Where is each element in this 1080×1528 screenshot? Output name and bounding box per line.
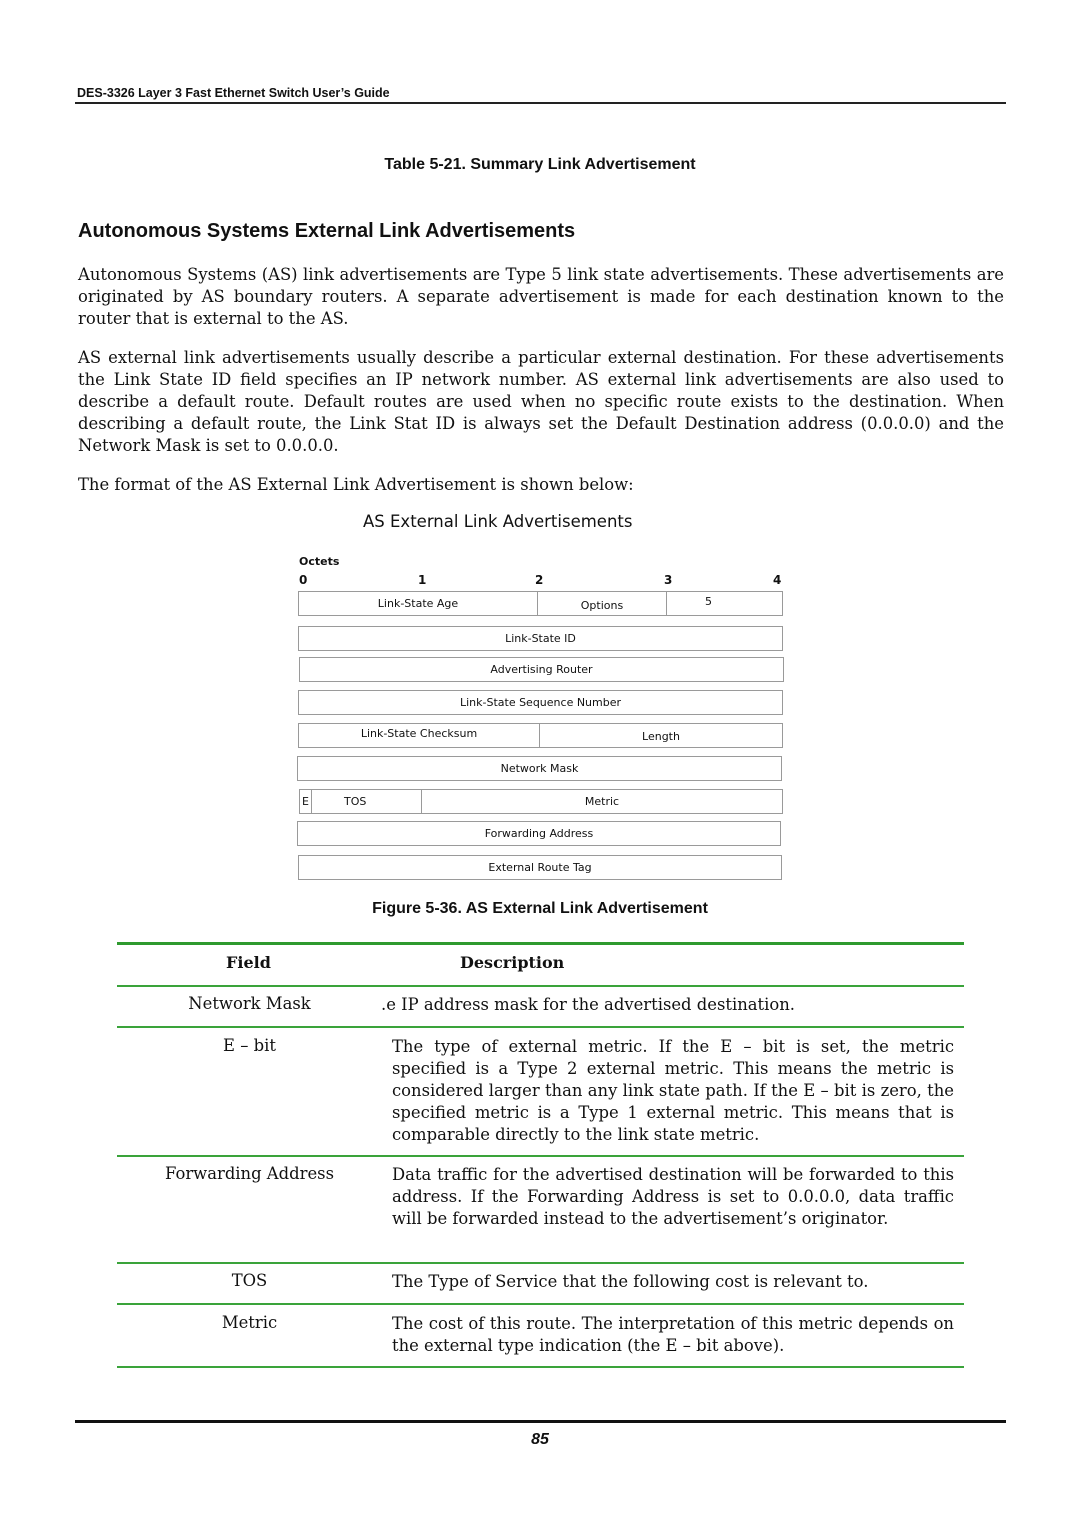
field-link-state-age: Link-State Age xyxy=(377,597,459,610)
field-checksum: Link-State Checksum xyxy=(360,727,478,740)
section-title: Autonomous Systems External Link Adverti… xyxy=(78,220,576,242)
description-cell: The cost of this route. The interpretati… xyxy=(392,1314,954,1355)
diagram-row: Forwarding Address xyxy=(297,821,781,846)
field-cell: TOS xyxy=(231,1271,268,1290)
description-cell: The type of external metric. If the E – … xyxy=(392,1037,954,1144)
previous-table-caption: Table 5-21. Summary Link Advertisement xyxy=(384,156,696,173)
table-top-rule xyxy=(117,942,964,945)
field-e-bit: E xyxy=(302,795,309,808)
field-length: Length xyxy=(539,724,782,747)
diagram-row: Link-State ID xyxy=(298,626,783,651)
row-divider xyxy=(117,1262,964,1264)
octet-number: 3 xyxy=(664,573,673,587)
field-network-mask: Network Mask xyxy=(500,762,579,775)
field-link-state-id: Link-State ID xyxy=(505,632,576,645)
field-cell: E – bit xyxy=(223,1036,276,1055)
field-forwarding-address: Forwarding Address xyxy=(484,827,594,840)
row-divider xyxy=(117,985,964,987)
field-tos: TOS xyxy=(311,790,421,813)
footer-rule xyxy=(75,1420,1006,1423)
diagram-row: Link-State Age Options 5 xyxy=(298,591,783,616)
octets-label: Octets xyxy=(299,555,340,568)
row-divider xyxy=(117,1155,964,1157)
description-cell: .e IP address mask for the advertised de… xyxy=(381,995,795,1014)
field-options: Options xyxy=(537,592,666,615)
column-header-field: Field xyxy=(226,953,271,972)
octet-number: 1 xyxy=(418,573,427,587)
field-sequence-number: Link-State Sequence Number xyxy=(459,696,622,709)
field-cell: Network Mask xyxy=(188,994,311,1013)
description-cell: Data traffic for the advertised destinat… xyxy=(392,1165,954,1228)
figure-title: AS External Link Advertisements xyxy=(363,512,633,531)
field-type: 5 xyxy=(666,592,782,615)
paragraph: The format of the AS External Link Adver… xyxy=(78,475,634,494)
paragraph: AS external link advertisements usually … xyxy=(78,348,1004,455)
field-advertising-router: Advertising Router xyxy=(490,663,593,676)
diagram-row: Link-State Sequence Number xyxy=(298,690,783,715)
diagram-row: E TOS Metric xyxy=(299,789,783,814)
octet-number: 4 xyxy=(773,573,782,587)
field-external-route-tag: External Route Tag xyxy=(488,861,592,874)
column-header-description: Description xyxy=(460,953,565,972)
page-number: 85 xyxy=(531,1431,549,1448)
diagram-row: Advertising Router xyxy=(299,657,784,682)
table-bottom-rule xyxy=(117,1366,964,1368)
row-divider xyxy=(117,1303,964,1305)
paragraph: Autonomous Systems (AS) link advertiseme… xyxy=(78,265,1004,328)
figure-caption: Figure 5-36. AS External Link Advertisem… xyxy=(372,900,708,917)
diagram-row: Link-State Checksum Length xyxy=(298,723,783,748)
page-header: DES-3326 Layer 3 Fast Ethernet Switch Us… xyxy=(77,86,390,100)
octet-number: 0 xyxy=(299,573,308,587)
octet-number: 2 xyxy=(535,573,544,587)
header-rule xyxy=(75,102,1006,104)
description-cell: The Type of Service that the following c… xyxy=(392,1272,869,1291)
row-divider xyxy=(117,1026,964,1028)
diagram-row: External Route Tag xyxy=(298,855,782,880)
field-cell: Metric xyxy=(221,1313,278,1332)
field-metric: Metric xyxy=(421,790,782,813)
diagram-row: Network Mask xyxy=(297,756,782,781)
field-cell: Forwarding Address xyxy=(165,1164,334,1183)
